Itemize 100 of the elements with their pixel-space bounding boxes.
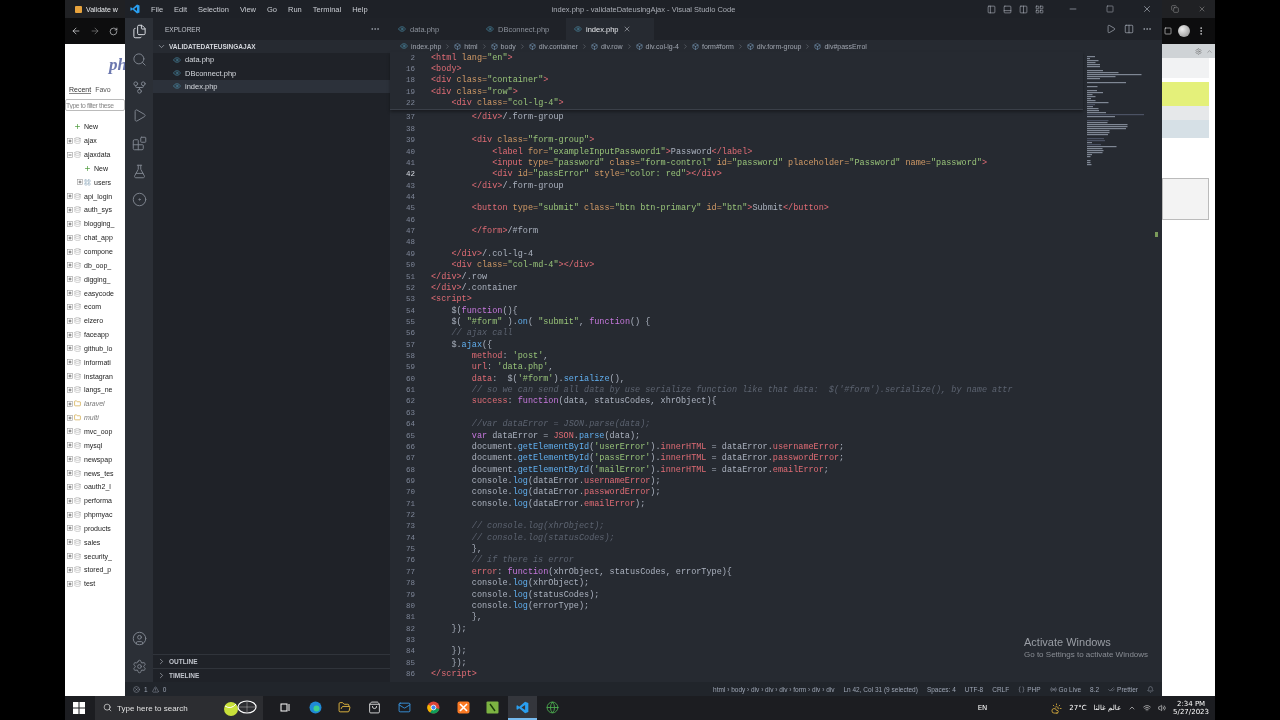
split-editor-icon[interactable]: [1124, 24, 1134, 34]
expand-toggle[interactable]: [67, 400, 73, 407]
table-icon: [84, 178, 91, 186]
expand-toggle[interactable]: [67, 331, 73, 338]
expand-toggle[interactable]: [67, 414, 73, 421]
database-icon: [74, 441, 81, 449]
caret-icon[interactable]: [1128, 704, 1137, 712]
reload-icon[interactable]: [109, 26, 118, 36]
search-icon[interactable]: [131, 52, 147, 67]
code-line: console.log(xhrObject);: [470, 578, 590, 589]
chevron-icon: [518, 42, 526, 50]
expand-toggle[interactable]: [67, 442, 73, 449]
search-icon: [103, 703, 112, 712]
expand-toggle[interactable]: [67, 317, 73, 324]
restore-icon[interactable]: [1171, 5, 1180, 13]
search-field[interactable]: Type here to search: [95, 696, 263, 720]
expand-toggle[interactable]: [67, 276, 73, 283]
database-icon: [74, 248, 81, 255]
expand-toggle[interactable]: [67, 220, 73, 227]
split-layout-icon[interactable]: [1019, 4, 1028, 14]
database-icon: [74, 344, 81, 352]
explorer-icon[interactable]: [131, 24, 147, 39]
table-row: [1162, 120, 1209, 138]
code-line: console.log(dataError.emailError);: [470, 498, 646, 509]
folder-icon: [74, 400, 81, 408]
code-line: },: [470, 612, 482, 623]
expand-toggle[interactable]: [67, 248, 73, 255]
settings-icon[interactable]: [1195, 47, 1202, 55]
expand-toggle[interactable]: [67, 470, 73, 476]
collapse-toggle[interactable]: [67, 151, 73, 158]
expand-toggle[interactable]: [67, 553, 73, 560]
expand-toggle[interactable]: [67, 303, 73, 310]
expand-toggle[interactable]: [67, 483, 73, 490]
code-line: error: function(xhrObject, statusCodes, errorType){: [470, 566, 732, 577]
volume-icon[interactable]: [1158, 704, 1167, 712]
expand-toggle[interactable]: [67, 539, 73, 546]
cube-icon: [454, 42, 462, 50]
code-editor-icon: [516, 700, 530, 714]
expand-toggle[interactable]: [67, 566, 73, 573]
php-file-icon: [486, 25, 494, 33]
bell-icon[interactable]: [1147, 685, 1154, 693]
account-icon[interactable]: [131, 631, 147, 646]
globe-icon[interactable]: [545, 700, 559, 714]
taskbar-app[interactable]: [507, 696, 538, 720]
settings-icon[interactable]: [131, 659, 147, 674]
php-file-icon: [398, 25, 406, 33]
sidebar-toggle-icon[interactable]: [987, 4, 996, 14]
database-icon: [74, 552, 81, 560]
expand-toggle[interactable]: [67, 525, 73, 532]
expand-toggle[interactable]: [67, 580, 73, 587]
forward-icon[interactable]: [90, 26, 100, 36]
expand-toggle[interactable]: [67, 207, 73, 213]
run-icon[interactable]: [131, 108, 147, 123]
expand-toggle[interactable]: [67, 234, 73, 241]
avatar[interactable]: [1178, 25, 1190, 37]
expand-toggle[interactable]: [67, 511, 73, 518]
network-icon[interactable]: [1143, 704, 1152, 712]
expand-toggle[interactable]: [67, 193, 73, 200]
task-view-icon: [280, 701, 292, 713]
expand-toggle[interactable]: [67, 386, 73, 393]
expand-toggle[interactable]: [67, 428, 73, 435]
expand-toggle[interactable]: [67, 262, 73, 269]
folder-icon[interactable]: [338, 700, 352, 714]
panel-toggle-icon[interactable]: [1003, 4, 1012, 14]
expand-toggle[interactable]: [67, 373, 73, 380]
code-line: <div class="container">: [431, 75, 549, 86]
close-icon[interactable]: [1142, 4, 1152, 14]
code-line: </div>/.form-group: [470, 180, 564, 191]
run-icon[interactable]: [1106, 24, 1116, 34]
circle-dot-icon[interactable]: [131, 192, 147, 207]
extensions-icon[interactable]: [131, 136, 147, 151]
expand-toggle[interactable]: [67, 497, 73, 504]
expand-toggle[interactable]: [67, 137, 73, 144]
database-icon: [74, 566, 81, 574]
expand-toggle[interactable]: [67, 345, 73, 352]
collapse-icon[interactable]: [1206, 47, 1213, 55]
expand-toggle[interactable]: [77, 179, 83, 186]
database-icon: [74, 137, 81, 145]
expand-toggle[interactable]: [67, 456, 73, 463]
expand-toggle[interactable]: [67, 290, 73, 297]
code-line: // if there is error: [470, 555, 574, 566]
start-icon[interactable]: [73, 702, 85, 714]
code-line: </div>/.container: [431, 282, 518, 293]
code-line: });: [450, 646, 467, 657]
layout-icon[interactable]: [1035, 4, 1044, 14]
chevron-icon: [480, 42, 488, 50]
database-icon: [74, 289, 81, 297]
weather-icon: [1051, 702, 1063, 714]
code-line: document.getElementById('passError').innerHTML = dataError.passwordError;: [470, 453, 845, 464]
mail-icon[interactable]: [397, 700, 411, 714]
cube-icon: [528, 42, 536, 50]
close-icon[interactable]: [622, 25, 631, 33]
flask-icon[interactable]: [131, 164, 147, 179]
back-icon[interactable]: [71, 26, 81, 36]
expand-toggle[interactable]: [67, 359, 73, 366]
source-control-icon[interactable]: [131, 80, 147, 95]
code-line: // ajax call: [450, 328, 513, 339]
close-icon[interactable]: [1197, 5, 1206, 13]
store-icon[interactable]: [368, 700, 382, 714]
maximize-icon[interactable]: [1106, 5, 1114, 13]
